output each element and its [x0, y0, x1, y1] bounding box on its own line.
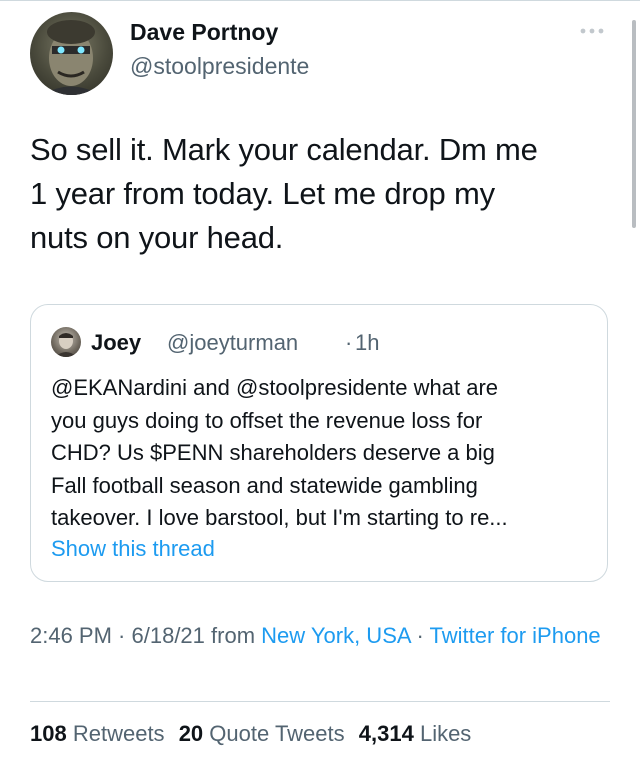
quote-author-name: Joey [91, 330, 142, 355]
author-name[interactable]: Dave Portnoy [130, 19, 278, 46]
tweet-date[interactable]: 6/18/21 [132, 623, 205, 648]
meta-separator: · [111, 623, 132, 648]
tweet-header: Dave Portnoy @stoolpresidente [30, 12, 610, 96]
stats-divider [30, 701, 610, 702]
tweet-location-link[interactable]: New York, USA [261, 623, 410, 648]
quote-tweet-header: Joey @joeyturman · 1h [51, 327, 591, 361]
tweet-metadata: 2:46 PM · 6/18/21 from New York, USA · T… [30, 620, 610, 652]
author-handle[interactable]: @stoolpresidente [130, 53, 309, 80]
tweet-source-link[interactable]: Twitter for iPhone [429, 623, 600, 648]
show-thread-link[interactable]: Show this thread [51, 536, 215, 562]
author-avatar[interactable] [30, 12, 113, 95]
tweet-text: So sell it. Mark your calendar. Dm me 1 … [30, 128, 610, 260]
quote-tweet-text: @EKANardini and @stoolpresidente what ar… [51, 372, 591, 535]
tweet-text-line: 1 year from today. Let me drop my [30, 176, 495, 211]
tweet-text-line: So sell it. Mark your calendar. Dm me [30, 132, 538, 167]
quote-tweets-count: 20 [178, 721, 204, 746]
retweets-stat[interactable]: 108 Retweets [30, 721, 173, 746]
quote-text-line: you guys doing to offset the revenue los… [51, 407, 483, 433]
top-divider [0, 0, 640, 1]
likes-stat[interactable]: 4,314 Likes [359, 721, 480, 746]
quote-tweets-label: Quote Tweets [209, 721, 345, 746]
likes-count: 4,314 [358, 721, 414, 746]
quote-timestamp: 1h [355, 330, 380, 355]
tweet-stats: 108 Retweets 20 Quote Tweets 4,314 Likes [30, 721, 479, 747]
quote-tweet-card[interactable]: Joey @joeyturman · 1h @EKANardini and @s… [30, 304, 608, 582]
quote-author-handle: @joeyturman [167, 330, 299, 355]
meta-from: from [204, 623, 262, 648]
retweets-label: Retweets [72, 721, 165, 746]
more-horizontal-icon[interactable] [580, 26, 604, 36]
quote-separator: · [345, 330, 353, 355]
quote-text-line: takeover. I love barstool, but I'm start… [51, 505, 508, 530]
tweet-text-line: nuts on your head. [30, 220, 284, 255]
quote-tweets-stat[interactable]: 20 Quote Tweets [179, 721, 353, 746]
likes-label: Likes [419, 721, 472, 746]
meta-separator: · [410, 623, 430, 648]
scrollbar-thumb[interactable] [632, 20, 636, 228]
retweets-count: 108 [30, 721, 67, 746]
quote-text-line: @EKANardini and @stoolpresidente what ar… [51, 375, 499, 400]
quote-text-line: CHD? Us $PENN shareholders deserve a big [51, 440, 495, 465]
quote-author-avatar [51, 327, 81, 357]
tweet-time[interactable]: 2:46 PM [30, 623, 112, 648]
quote-text-line: Fall football season and statewide gambl… [51, 472, 478, 498]
